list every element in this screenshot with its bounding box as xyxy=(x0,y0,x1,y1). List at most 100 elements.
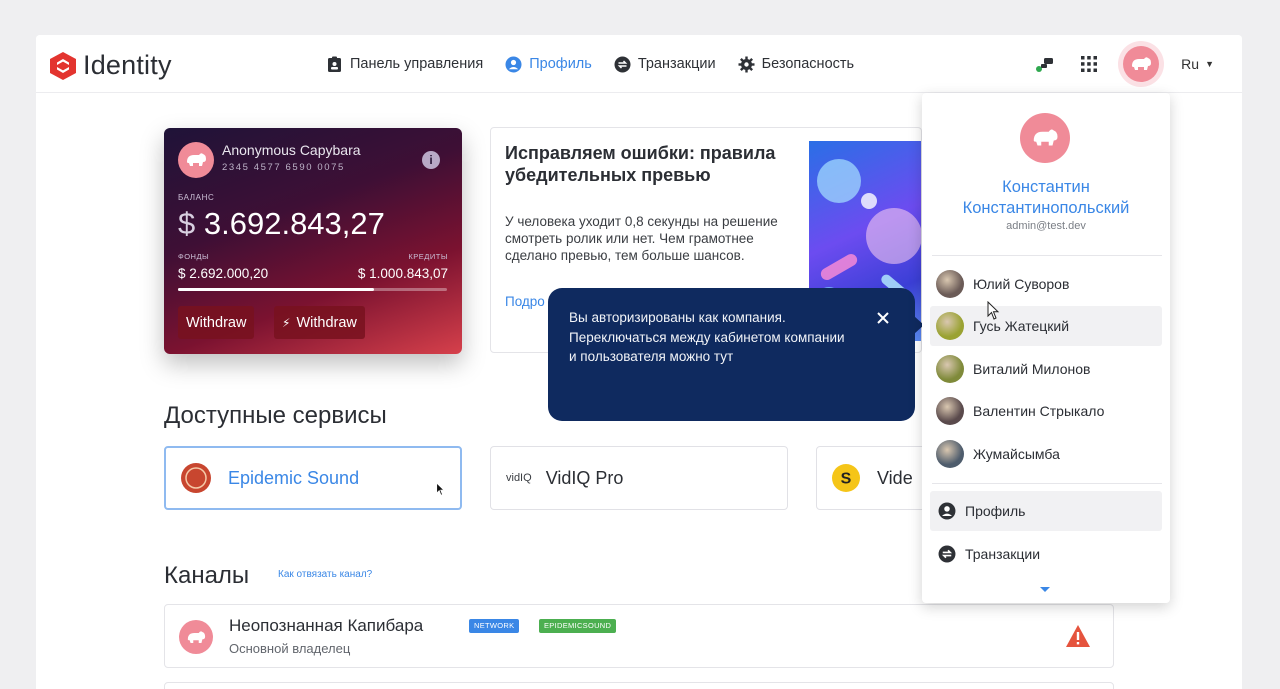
balance-amount: 3.692.843,27 xyxy=(203,206,385,241)
capybara-icon xyxy=(1132,57,1152,70)
card-avatar xyxy=(178,142,214,178)
dashboard-icon xyxy=(328,56,341,72)
channel-row[interactable] xyxy=(164,682,1114,689)
tooltip-text: Вы авторизированы как компания. Переключ… xyxy=(569,310,845,364)
channel-role: Основной владелец xyxy=(229,641,351,656)
promo-title: Исправляем ошибки: правила убедительных … xyxy=(505,143,776,185)
services-title: Доступные сервисы xyxy=(164,402,387,429)
capybara-icon xyxy=(187,630,206,643)
epidemicsound-tag: EPIDEMICSOUND xyxy=(539,619,617,633)
switch-account-icon[interactable] xyxy=(1035,54,1055,74)
info-icon[interactable]: i xyxy=(422,151,440,169)
network-tag: NETWORK xyxy=(469,619,520,633)
gear-icon xyxy=(738,56,755,72)
user-avatar-button[interactable] xyxy=(1123,46,1160,82)
credits-value: $ 1.000.843,07 xyxy=(357,266,448,281)
account-item[interactable]: Жумайсымба xyxy=(930,434,1162,474)
service-name: VidIQ Pro xyxy=(545,467,624,488)
channel-name: Неопознанная Капибара xyxy=(229,616,424,635)
service-vidiq-pro[interactable]: vidIQ VidIQ Pro xyxy=(490,446,788,510)
funds-value: $ 2.692.000,20 xyxy=(178,266,269,281)
menu-transactions[interactable]: Транзакции xyxy=(930,534,1162,574)
funds-label: ФОНДЫ xyxy=(178,252,210,261)
channel-avatar xyxy=(179,620,213,654)
app-name: Identity xyxy=(83,50,172,80)
card-holder-name: Anonymous Capybara xyxy=(222,142,361,158)
nav-transactions-label: Транзакции xyxy=(637,56,716,72)
instant-withdraw-button[interactable]: ⚡ Withdraw xyxy=(274,306,365,339)
nav-transactions[interactable]: Транзакции xyxy=(614,56,716,73)
account-avatar xyxy=(936,312,964,340)
account-name: Валентин Стрыкало xyxy=(973,403,1105,419)
service-epidemic-sound[interactable]: Epidemic Sound xyxy=(164,446,462,510)
divider xyxy=(932,483,1162,484)
balance-card: Anonymous Capybara 2345 4577 6590 0075 i… xyxy=(164,128,462,354)
dropdown-user-email: admin@test.dev xyxy=(1006,220,1086,232)
nav-profile[interactable]: Профиль xyxy=(505,56,592,73)
account-name: Жумайсымба xyxy=(973,446,1060,462)
menu-transactions-label: Транзакции xyxy=(965,546,1041,562)
nav-security-label: Безопасность xyxy=(761,56,855,72)
account-item[interactable]: Гусь Жатецкий xyxy=(930,306,1162,346)
profile-icon xyxy=(505,56,522,72)
balance-value: $ 3.692.843,27 xyxy=(178,206,385,242)
account-item[interactable]: Валентин Стрыкало xyxy=(930,391,1162,431)
account-avatar xyxy=(936,355,964,383)
account-dropdown: Константин Константинопольский admin@tes… xyxy=(922,93,1170,603)
channel-row[interactable]: Неопознанная Капибара NETWORK EPIDEMICSO… xyxy=(164,604,1114,668)
language-label: Ru xyxy=(1181,56,1200,72)
profile-icon xyxy=(938,502,956,520)
nav-dashboard[interactable]: Панель управления xyxy=(326,56,483,73)
unlink-channel-link[interactable]: Как отвязать канал? xyxy=(278,569,372,580)
channels-title: Каналы xyxy=(164,562,250,589)
nav-profile-label: Профиль xyxy=(529,56,592,72)
close-icon[interactable] xyxy=(875,310,891,326)
mouse-pointer-icon xyxy=(436,482,445,496)
balance-label: БАЛАНС xyxy=(178,193,215,202)
service-name: Epidemic Sound xyxy=(228,467,360,488)
dropdown-avatar xyxy=(1020,113,1070,163)
dropdown-user-name: Константин Константинопольский xyxy=(962,178,1130,217)
warning-icon[interactable] xyxy=(1065,624,1091,648)
funds-progress-fill xyxy=(178,288,375,291)
transactions-icon xyxy=(614,56,631,72)
account-item[interactable]: Виталий Милонов xyxy=(930,349,1162,389)
nav-security[interactable]: Безопасность xyxy=(738,56,855,73)
card-number: 2345 4577 6590 0075 xyxy=(222,162,345,173)
account-item[interactable]: Юлий Суворов xyxy=(930,264,1162,304)
withdraw-button[interactable]: Withdraw xyxy=(178,306,255,339)
account-avatar xyxy=(936,397,964,425)
account-avatar xyxy=(936,440,964,468)
apps-grid-icon[interactable] xyxy=(1079,54,1099,74)
logo[interactable]: Identity xyxy=(50,50,172,81)
credits-label: КРЕДИТЫ xyxy=(408,252,448,261)
capybara-icon xyxy=(1033,129,1058,146)
menu-profile[interactable]: Профиль xyxy=(930,491,1162,531)
divider xyxy=(932,255,1162,256)
account-avatar xyxy=(936,270,964,298)
onboarding-tooltip: Вы авторизированы как компания. Переключ… xyxy=(548,288,924,421)
menu-profile-label: Профиль xyxy=(965,503,1026,519)
withdraw-label: Withdraw xyxy=(186,314,247,331)
language-selector[interactable]: Ru ▼ xyxy=(1181,56,1214,72)
vide-logo-icon: S xyxy=(832,464,860,492)
account-name: Виталий Милонов xyxy=(973,361,1091,377)
svg-text:S: S xyxy=(841,471,852,488)
promo-text: У человека уходит 0,8 секунды на решение… xyxy=(505,214,778,263)
instant-withdraw-label: Withdraw xyxy=(296,314,357,331)
nav-dashboard-label: Панель управления xyxy=(350,56,484,72)
capybara-icon xyxy=(187,153,206,166)
mouse-pointer-icon xyxy=(987,301,1000,320)
logo-icon xyxy=(50,51,76,80)
top-header: Identity Панель управления Профиль Транз… xyxy=(36,35,1242,93)
header-actions: Ru ▼ xyxy=(1035,35,1214,93)
service-name: Vide xyxy=(877,467,913,488)
promo-more-link[interactable]: Подро xyxy=(505,294,545,309)
main-nav: Панель управления Профиль Транзакции Без… xyxy=(326,35,876,93)
transactions-icon xyxy=(938,545,956,563)
scroll-more-icon[interactable] xyxy=(1040,587,1050,592)
bolt-icon: ⚡ xyxy=(282,315,291,330)
caret-down-icon: ▼ xyxy=(1205,59,1214,69)
vidiq-logo-icon: vidIQ xyxy=(506,472,532,484)
account-name: Юлий Суворов xyxy=(973,276,1070,292)
